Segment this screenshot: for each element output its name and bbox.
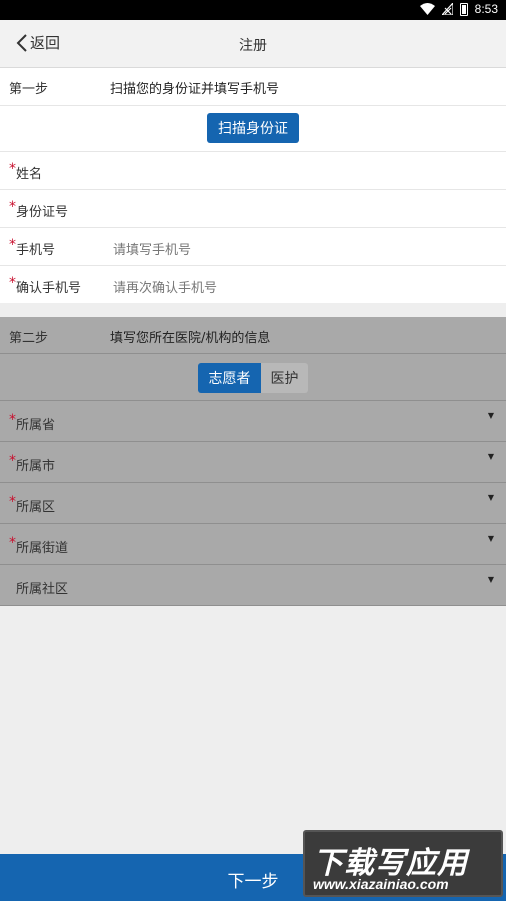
step2-label: 第二步 xyxy=(9,331,49,346)
dropdown-arrow-icon: ▼ xyxy=(487,534,494,543)
community-label: 所属社区 xyxy=(16,582,69,597)
no-signal-icon xyxy=(441,3,453,15)
role-toggle-row: 志愿者 医护 xyxy=(0,354,506,401)
nav-bar: 返回 注册 xyxy=(0,20,506,68)
required-mark: * xyxy=(9,275,16,291)
phone-input[interactable]: 请填写手机号 xyxy=(113,239,191,258)
required-mark: * xyxy=(9,535,16,551)
province-label: 所属省 xyxy=(16,418,56,433)
id-number-field[interactable]: * 身份证号 xyxy=(0,190,506,228)
step1-header: 第一步 扫描您的身份证并填写手机号 xyxy=(0,68,506,106)
page-title: 注册 xyxy=(239,38,267,54)
street-select[interactable]: * 所属街道 ▼ xyxy=(0,524,506,565)
province-select[interactable]: * 所属省 ▼ xyxy=(0,401,506,442)
confirm-phone-field[interactable]: * 确认手机号 请再次确认手机号 xyxy=(0,266,506,304)
dropdown-arrow-icon: ▼ xyxy=(487,575,494,584)
wifi-icon xyxy=(419,3,435,15)
id-number-label: 身份证号 xyxy=(16,205,69,220)
required-mark: * xyxy=(9,161,16,177)
dropdown-arrow-icon: ▼ xyxy=(487,493,494,502)
required-mark: * xyxy=(9,494,16,510)
step2-description: 填写您所在医院/机构的信息 xyxy=(110,331,271,346)
required-mark: * xyxy=(9,237,16,253)
watermark-url: www.xiazainiao.com xyxy=(313,876,449,892)
community-select[interactable]: 所属社区 ▼ xyxy=(0,565,506,606)
confirm-phone-label: 确认手机号 xyxy=(16,281,82,296)
street-label: 所属街道 xyxy=(16,541,69,556)
section-gap xyxy=(0,303,506,317)
dropdown-arrow-icon: ▼ xyxy=(487,452,494,461)
district-label: 所属区 xyxy=(16,500,56,515)
required-mark: * xyxy=(9,453,16,469)
dropdown-arrow-icon: ▼ xyxy=(487,411,494,420)
phone-label: 手机号 xyxy=(16,243,56,258)
confirm-phone-input[interactable]: 请再次确认手机号 xyxy=(113,277,217,296)
step1-description: 扫描您的身份证并填写手机号 xyxy=(110,82,280,97)
city-label: 所属市 xyxy=(16,459,56,474)
required-mark: * xyxy=(9,412,16,428)
status-bar: 8:53 xyxy=(0,0,506,20)
step2-header: 第二步 填写您所在医院/机构的信息 xyxy=(0,317,506,354)
status-icons: 8:53 xyxy=(419,2,498,16)
step2-section: 第二步 填写您所在医院/机构的信息 志愿者 医护 * 所属省 ▼ * 所属市 ▼… xyxy=(0,317,506,606)
name-field[interactable]: * 姓名 xyxy=(0,152,506,190)
step1-label: 第一步 xyxy=(9,82,49,97)
city-select[interactable]: * 所属市 ▼ xyxy=(0,442,506,483)
volunteer-option[interactable]: 志愿者 xyxy=(198,363,261,393)
battery-icon xyxy=(459,2,468,16)
name-label: 姓名 xyxy=(16,167,43,182)
scan-id-button[interactable]: 扫描身份证 xyxy=(207,113,299,143)
role-toggle: 志愿者 医护 xyxy=(198,363,308,393)
district-select[interactable]: * 所属区 ▼ xyxy=(0,483,506,524)
phone-field[interactable]: * 手机号 请填写手机号 xyxy=(0,228,506,266)
watermark-logo: 下载写应用 www.xiazainiao.com xyxy=(303,830,503,897)
step1-section: 第一步 扫描您的身份证并填写手机号 扫描身份证 * 姓名 * 身份证号 * 手机… xyxy=(0,68,506,304)
status-time: 8:53 xyxy=(474,2,498,16)
scan-row: 扫描身份证 xyxy=(0,106,506,152)
medical-option[interactable]: 医护 xyxy=(261,363,308,393)
required-mark: * xyxy=(9,199,16,215)
